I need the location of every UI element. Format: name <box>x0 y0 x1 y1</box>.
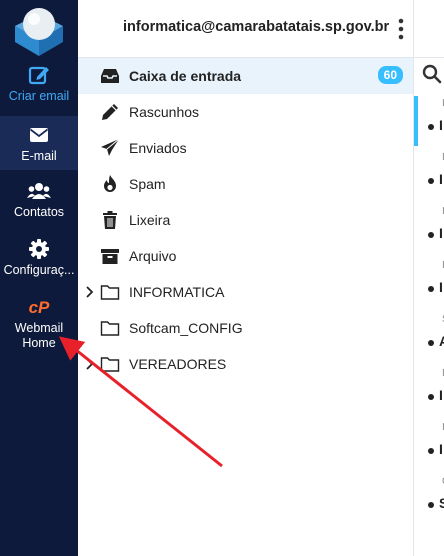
contacts-label: Contatos <box>13 205 65 219</box>
message-row[interactable]: II <box>414 150 444 204</box>
folder-archive[interactable]: Arquivo <box>78 238 413 274</box>
message-sender-initial: I <box>439 441 443 457</box>
folder-inbox[interactable]: Caixa de entrada 60 <box>78 58 413 94</box>
folder-label: Rascunhos <box>129 104 200 120</box>
chevron-right-icon[interactable] <box>85 357 95 371</box>
folder-vereadores[interactable]: VEREADORES <box>78 346 413 382</box>
folder-drafts[interactable]: Rascunhos <box>78 94 413 130</box>
account-email: informatica@camarabatatais.sp.gov.br <box>123 19 390 35</box>
svg-text:cP: cP <box>29 298 50 317</box>
webmail-home-line1: Webmail <box>14 321 64 335</box>
folder-label: INFORMATICA <box>129 284 225 300</box>
roundcube-logo[interactable] <box>12 4 66 56</box>
message-row[interactable]: SA <box>414 312 444 366</box>
folder-label: Softcam_CONFIG <box>129 320 243 336</box>
unread-count-badge: 60 <box>377 66 403 84</box>
folder-trash[interactable]: Lixeira <box>78 202 413 238</box>
nav-mail[interactable]: E-mail <box>0 116 78 170</box>
message-sender-initial: I <box>439 171 443 187</box>
nav-webmail-home[interactable]: cP Webmail Home <box>0 296 78 354</box>
unread-dot-icon <box>428 286 434 292</box>
unread-dot-icon <box>428 340 434 346</box>
folder-label: Enviados <box>129 140 187 156</box>
folder-sent[interactable]: Enviados <box>78 130 413 166</box>
folder-panel: informatica@camarabatatais.sp.gov.br Cai… <box>78 0 414 556</box>
inbox-icon <box>101 69 119 83</box>
folder-spam[interactable]: Spam <box>78 166 413 202</box>
unread-dot-icon <box>428 178 434 184</box>
message-sender-initial: I <box>439 387 443 403</box>
folder-icon <box>100 321 120 336</box>
fire-icon <box>104 175 116 192</box>
paper-plane-icon <box>101 138 120 156</box>
folder-softcam-config[interactable]: Softcam_CONFIG <box>78 310 413 346</box>
folder-header: informatica@camarabatatais.sp.gov.br <box>78 0 413 58</box>
message-row[interactable]: II <box>414 96 444 150</box>
nav-settings[interactable]: Configuraç... <box>0 238 78 286</box>
settings-label: Configuraç... <box>3 263 75 277</box>
unread-dot-icon <box>428 502 434 508</box>
nav-contacts[interactable]: Contatos <box>0 180 78 228</box>
message-row[interactable]: CS <box>414 474 444 528</box>
unread-dot-icon <box>428 448 434 454</box>
unread-dot-icon <box>428 394 434 400</box>
compose-button[interactable]: Criar email <box>0 64 78 112</box>
message-sender-initial: S <box>439 495 444 511</box>
folder-label: VEREADORES <box>129 356 227 372</box>
folder-label: Caixa de entrada <box>129 68 242 84</box>
message-sender-initial: A <box>439 333 444 349</box>
message-row[interactable]: II <box>414 204 444 258</box>
envelope-icon <box>29 128 49 142</box>
folder-icon <box>100 285 120 300</box>
message-sender-initial: I <box>439 117 443 133</box>
folder-informatica[interactable]: INFORMATICA <box>78 274 413 310</box>
message-list-header <box>414 0 444 58</box>
message-row[interactable]: II <box>414 366 444 420</box>
message-row[interactable]: II <box>414 420 444 474</box>
unread-dot-icon <box>428 232 434 238</box>
compose-icon <box>28 66 49 85</box>
message-sender-initial: I <box>439 279 443 295</box>
webmail-home-line2: Home <box>22 336 56 350</box>
gear-icon <box>29 239 49 259</box>
pencil-icon <box>102 104 118 120</box>
message-list: IIIIIIIISAIIIICS <box>414 0 444 556</box>
unread-dot-icon <box>428 124 434 130</box>
compose-label: Criar email <box>8 89 70 103</box>
chevron-right-icon[interactable] <box>85 285 95 299</box>
trash-icon <box>103 211 117 229</box>
mail-label: E-mail <box>21 149 57 163</box>
more-options-icon[interactable] <box>395 16 407 42</box>
search-icon[interactable] <box>422 64 442 84</box>
folder-label: Arquivo <box>129 248 177 264</box>
archive-icon <box>101 249 119 264</box>
users-icon <box>27 183 51 199</box>
app-sidebar: Criar email E-mail Contatos Configuraç..… <box>0 0 78 556</box>
folder-label: Lixeira <box>129 212 171 228</box>
message-sender-initial: I <box>439 225 443 241</box>
message-row[interactable]: II <box>414 258 444 312</box>
folder-label: Spam <box>129 176 166 192</box>
folder-icon <box>100 357 120 372</box>
cpanel-icon: cP <box>29 298 50 317</box>
